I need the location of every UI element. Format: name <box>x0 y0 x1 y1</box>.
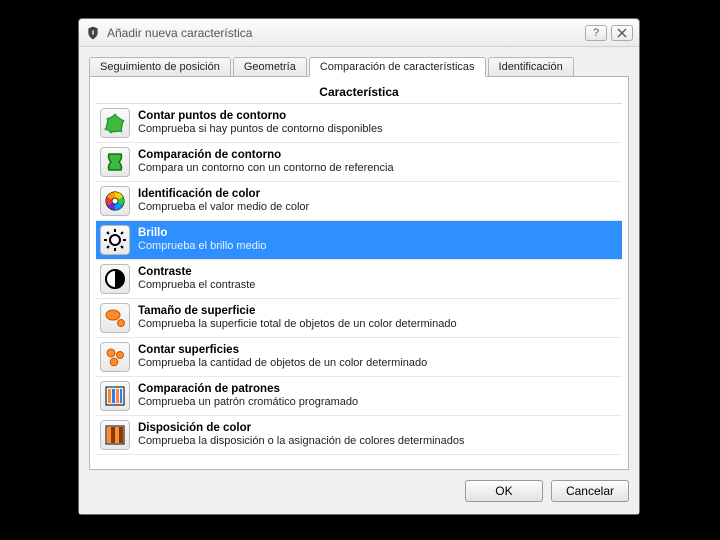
cancel-button[interactable]: Cancelar <box>551 480 629 502</box>
item-name: Tamaño de superficie <box>138 304 457 318</box>
column-header: Característica <box>96 83 622 103</box>
item-desc: Comprueba el valor medio de color <box>138 201 309 215</box>
item-name: Comparación de patrones <box>138 382 358 396</box>
contour-compare-icon <box>100 147 130 177</box>
list-item[interactable]: Disposición de color Comprueba la dispos… <box>96 416 622 455</box>
ok-button[interactable]: OK <box>465 480 543 502</box>
surface-size-icon <box>100 303 130 333</box>
color-id-icon <box>100 186 130 216</box>
item-desc: Comprueba si hay puntos de contorno disp… <box>138 123 383 137</box>
dialog-buttons: OK Cancelar <box>89 470 629 502</box>
item-name: Contraste <box>138 265 255 279</box>
item-desc: Comprueba un patrón cromático programado <box>138 396 358 410</box>
item-name: Contar superficies <box>138 343 427 357</box>
list-item[interactable]: Contraste Comprueba el contraste <box>96 260 622 299</box>
help-button[interactable]: ? <box>585 25 607 41</box>
feature-list: Contar puntos de contorno Comprueba si h… <box>96 103 622 463</box>
item-name: Contar puntos de contorno <box>138 109 383 123</box>
list-item[interactable]: Tamaño de superficie Comprueba la superf… <box>96 299 622 338</box>
item-desc: Comprueba el brillo medio <box>138 240 266 254</box>
item-name: Brillo <box>138 226 266 240</box>
item-desc: Comprueba la superficie total de objetos… <box>138 318 457 332</box>
window-title: Añadir nueva característica <box>107 26 581 40</box>
color-layout-icon <box>100 420 130 450</box>
tab-identificacion[interactable]: Identificación <box>488 57 574 77</box>
pattern-compare-icon <box>100 381 130 411</box>
list-filler <box>96 455 622 463</box>
count-surfaces-icon <box>100 342 130 372</box>
tab-seguimiento[interactable]: Seguimiento de posición <box>89 57 231 77</box>
app-icon <box>85 25 101 41</box>
item-desc: Comprueba el contraste <box>138 279 255 293</box>
tab-geometria[interactable]: Geometría <box>233 57 307 77</box>
list-item[interactable]: Contar superficies Comprueba la cantidad… <box>96 338 622 377</box>
item-name: Comparación de contorno <box>138 148 394 162</box>
content-area: Seguimiento de posición Geometría Compar… <box>79 47 639 514</box>
close-button[interactable] <box>611 25 633 41</box>
list-item[interactable]: Comparación de contorno Compara un conto… <box>96 143 622 182</box>
item-name: Disposición de color <box>138 421 465 435</box>
item-desc: Compara un contorno con un contorno de r… <box>138 162 394 176</box>
list-item[interactable]: Comparación de patrones Comprueba un pat… <box>96 377 622 416</box>
item-desc: Comprueba la disposición o la asignación… <box>138 435 465 449</box>
titlebar: Añadir nueva característica ? <box>79 19 639 47</box>
list-item[interactable]: Contar puntos de contorno Comprueba si h… <box>96 104 622 143</box>
tabstrip: Seguimiento de posición Geometría Compar… <box>89 57 629 77</box>
tab-comparacion[interactable]: Comparación de características <box>309 57 486 77</box>
contrast-icon <box>100 264 130 294</box>
brightness-icon <box>100 225 130 255</box>
item-desc: Comprueba la cantidad de objetos de un c… <box>138 357 427 371</box>
contour-points-icon <box>100 108 130 138</box>
list-item[interactable]: Brillo Comprueba el brillo medio <box>96 221 622 260</box>
tab-panel: Característica Contar puntos de contorno… <box>89 76 629 470</box>
item-name: Identificación de color <box>138 187 309 201</box>
dialog-window: Añadir nueva característica ? Seguimient… <box>78 18 640 515</box>
list-item[interactable]: Identificación de color Comprueba el val… <box>96 182 622 221</box>
